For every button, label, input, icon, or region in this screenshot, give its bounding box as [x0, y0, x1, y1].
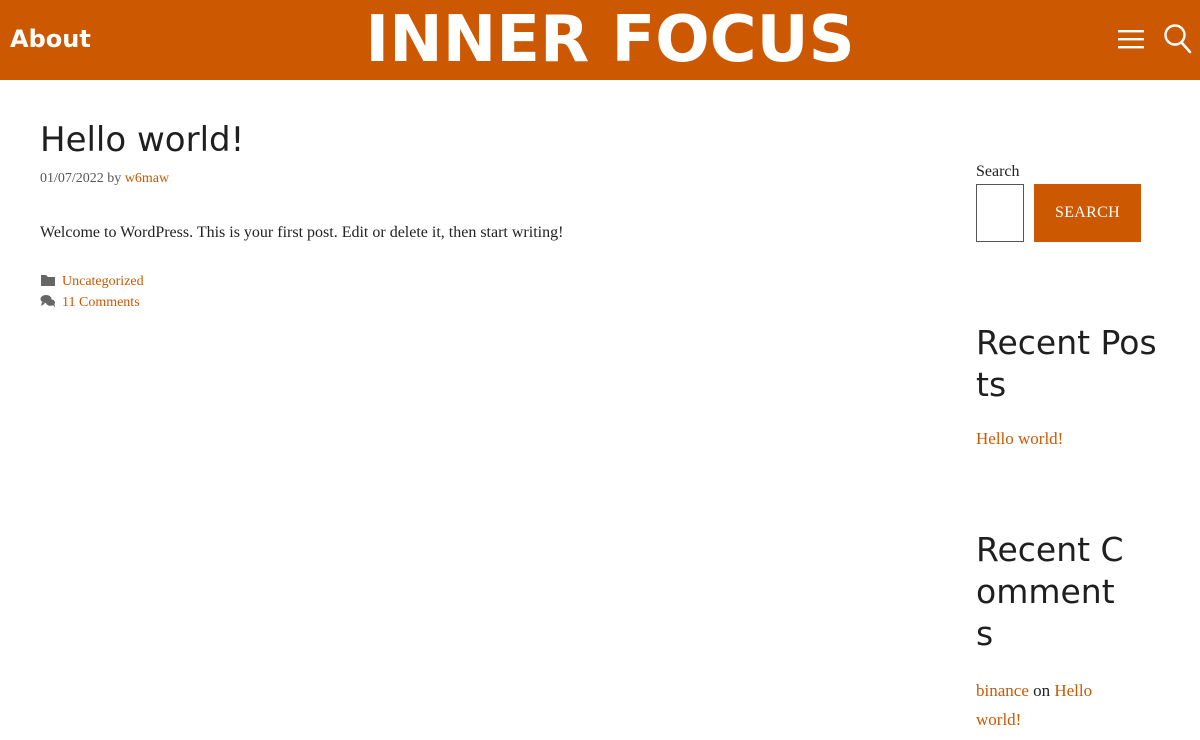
- post-meta: 01/07/2022 by w6maw: [40, 170, 169, 188]
- nav-about-link[interactable]: About: [10, 22, 91, 56]
- comment-on-label: on: [1033, 681, 1051, 700]
- search-icon[interactable]: [1162, 22, 1192, 54]
- post-body: Welcome to WordPress. This is your first…: [40, 224, 564, 241]
- comments-icon: [40, 294, 56, 308]
- post-date[interactable]: 01/07/2022: [40, 171, 104, 186]
- category-link[interactable]: Uncategorized: [62, 274, 144, 289]
- recent-comment-item: binance on Hello world!: [976, 676, 1136, 734]
- recent-posts-title: Recent Posts: [976, 323, 1157, 404]
- post-by-label: by: [107, 171, 122, 186]
- hamburger-menu-icon[interactable]: [1116, 26, 1146, 52]
- site-header: About INNER FOCUS: [0, 0, 1200, 80]
- search-input[interactable]: [976, 184, 1024, 242]
- post-title[interactable]: Hello world!: [40, 118, 244, 162]
- recent-comments-title: Recent Comments: [976, 530, 1124, 653]
- comments-link[interactable]: 11 Comments: [62, 295, 140, 310]
- search-label: Search: [976, 163, 1020, 180]
- comment-author-link[interactable]: binance: [976, 681, 1029, 700]
- search-button[interactable]: SEARCH: [1034, 184, 1141, 242]
- post-author-link[interactable]: w6maw: [125, 171, 169, 186]
- site-title[interactable]: INNER FOCUS: [300, 2, 920, 78]
- post-comments: 11 Comments: [40, 294, 140, 312]
- recent-post-link[interactable]: Hello world!: [976, 424, 1063, 453]
- post-categories: Uncategorized: [40, 273, 144, 291]
- folder-icon: [40, 273, 56, 287]
